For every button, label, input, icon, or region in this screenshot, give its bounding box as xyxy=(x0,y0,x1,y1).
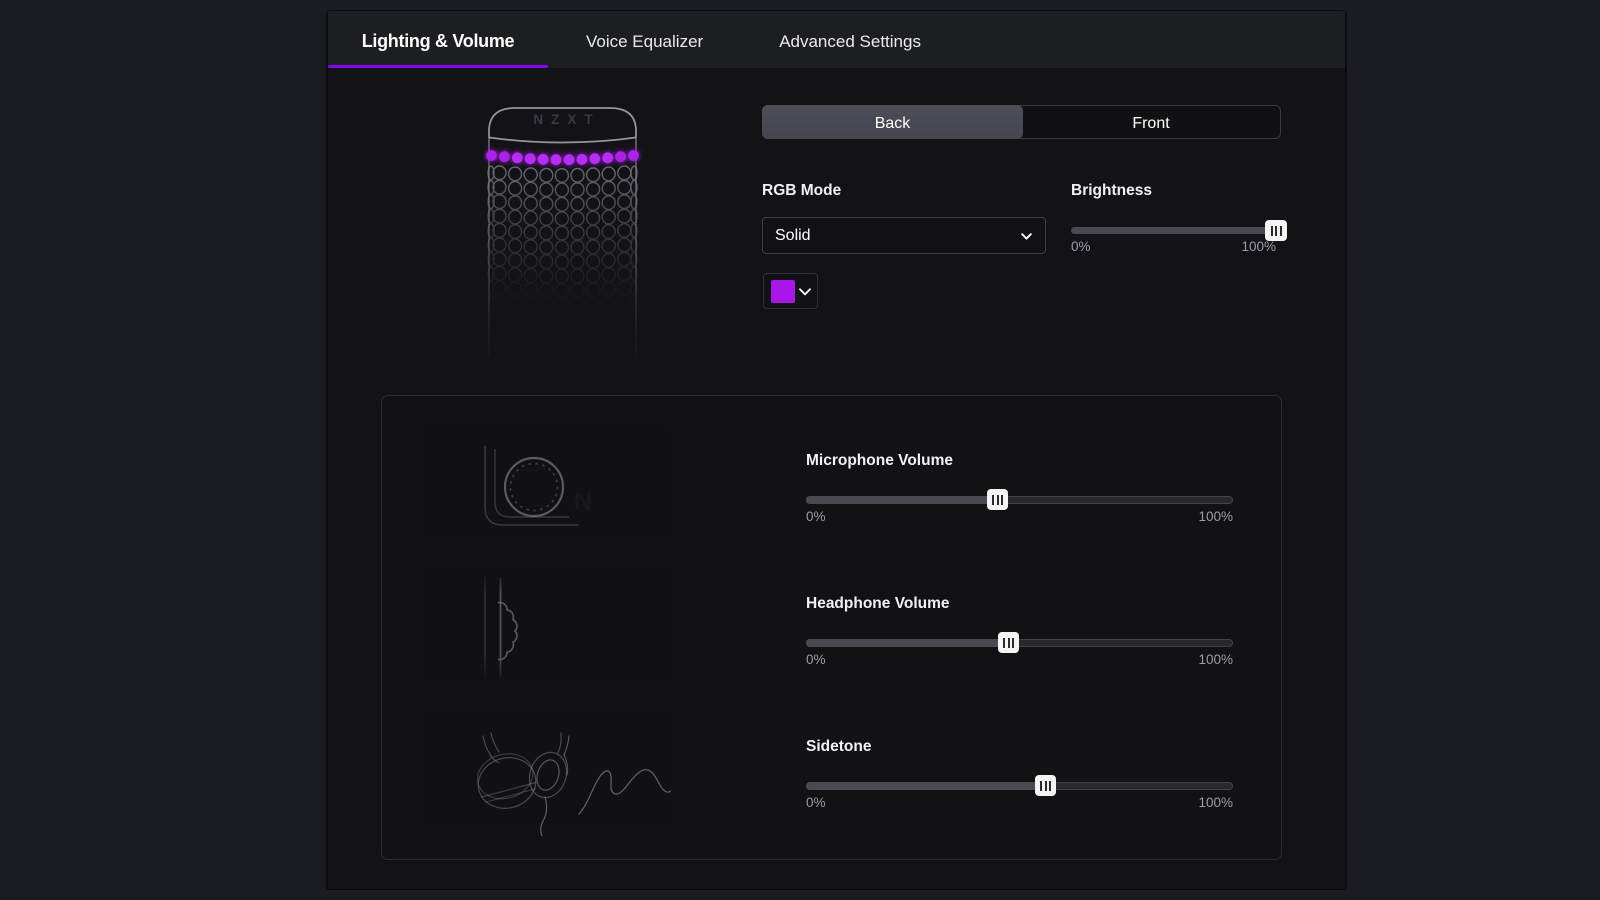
svg-text:NZXT: NZXT xyxy=(533,112,600,127)
svg-text:N: N xyxy=(574,488,592,516)
